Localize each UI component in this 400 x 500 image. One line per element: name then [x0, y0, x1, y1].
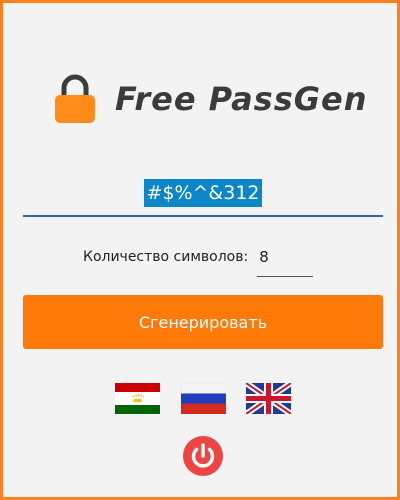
app-title: Free PassGen: [115, 80, 368, 118]
password-value[interactable]: #$%^&312: [144, 179, 262, 207]
length-input[interactable]: 8: [257, 243, 314, 277]
lock-icon: [55, 74, 95, 123]
app-window: Free PassGen #$%^&312 Количество символо…: [0, 0, 400, 500]
app-header: Free PassGen: [53, 71, 373, 127]
flag-russia-icon[interactable]: [180, 383, 226, 414]
flag-tajikistan-icon[interactable]: [115, 383, 160, 414]
language-selector: [115, 383, 291, 415]
generate-button[interactable]: Сгенерировать: [23, 295, 383, 349]
flag-uk-icon[interactable]: [246, 383, 291, 414]
length-label: Количество символов:: [83, 249, 249, 265]
power-button[interactable]: [183, 436, 223, 476]
password-output-field[interactable]: #$%^&312: [23, 175, 383, 217]
length-row: Количество символов: 8: [83, 243, 314, 277]
